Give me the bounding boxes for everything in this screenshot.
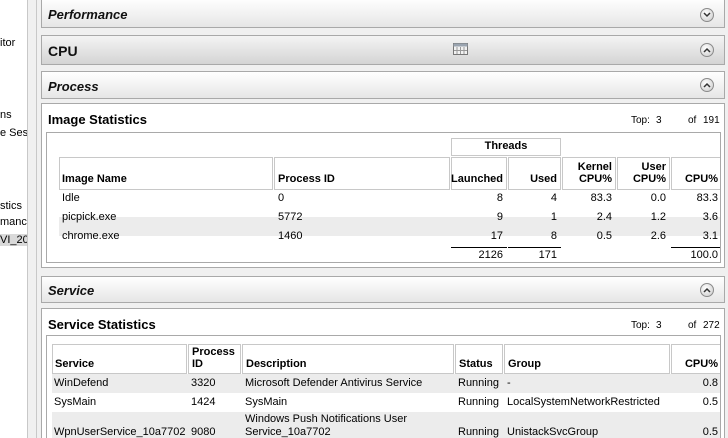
cell-status: Running xyxy=(458,396,499,408)
column-header-status[interactable]: Status xyxy=(455,344,503,374)
tree-item[interactable]: itor xyxy=(0,37,15,49)
calendar-table-icon[interactable] xyxy=(453,43,468,55)
service-section-header[interactable]: Service xyxy=(41,276,725,303)
cell-status: Running xyxy=(458,377,499,389)
cell-service: WpnUserService_10a7702 xyxy=(54,426,186,438)
threads-group-header: Threads xyxy=(451,138,561,156)
tree-item[interactable]: ns xyxy=(0,109,12,121)
column-header-used[interactable]: Used xyxy=(508,157,561,190)
image-statistics-table[interactable]: Threads Image Name Process ID Launched U… xyxy=(46,132,721,263)
cell-process-id: 9080 xyxy=(191,426,216,438)
cpu-section-header[interactable]: CPU xyxy=(41,35,725,65)
collapse-chevron-up-icon[interactable] xyxy=(700,78,714,92)
total-cpu: 100.0 xyxy=(690,249,718,261)
navigation-tree[interactable]: itor ns e Sess stics manc VI_202 xyxy=(0,0,27,438)
cell-group: UnistackSvcGroup xyxy=(507,426,599,438)
column-header-kernel-cpu[interactable]: Kernel CPU% xyxy=(562,157,616,190)
of-label: of xyxy=(688,115,697,126)
service-statistics-table[interactable]: Service Process ID Description Status Gr… xyxy=(46,335,721,438)
tree-item[interactable]: manc xyxy=(0,216,27,228)
pane-splitter[interactable] xyxy=(27,0,37,438)
total-used: 171 xyxy=(538,249,557,261)
cell-description: Microsoft Defender Antivirus Service xyxy=(245,377,423,389)
cell-user-cpu: 0.0 xyxy=(650,192,666,204)
top-count-value[interactable]: 3 xyxy=(656,115,662,126)
cell-cpu: 3.1 xyxy=(702,230,718,242)
total-count-value: 191 xyxy=(703,115,720,126)
image-statistics-panel: Image Statistics Top: 3 of 191 Threads I… xyxy=(41,103,725,268)
service-statistics-title: Service Statistics xyxy=(48,317,156,332)
column-header-process-id[interactable]: Process ID xyxy=(274,157,450,190)
column-header-cpu[interactable]: CPU% xyxy=(671,344,720,374)
tree-item[interactable]: e Sess xyxy=(0,127,27,139)
cell-description: SysMain xyxy=(245,396,288,408)
column-header-launched[interactable]: Launched xyxy=(451,157,507,190)
cell-group: LocalSystemNetworkRestricted xyxy=(507,396,660,408)
cell-launched: 9 xyxy=(496,211,503,223)
cell-cpu: 83.3 xyxy=(696,192,718,204)
cell-user-cpu: 1.2 xyxy=(650,211,666,223)
process-section-header[interactable]: Process xyxy=(41,71,725,99)
total-launched: 2126 xyxy=(478,249,503,261)
cell-service: WinDefend xyxy=(54,377,109,389)
cell-image-name: chrome.exe xyxy=(62,230,120,242)
service-statistics-panel: Service Statistics Top: 3 of 272 Service… xyxy=(41,308,725,438)
top-count-value[interactable]: 3 xyxy=(656,320,662,331)
of-label: of xyxy=(688,320,697,331)
cell-process-id: 0 xyxy=(278,192,285,204)
column-header-cpu[interactable]: CPU% xyxy=(671,157,720,190)
top-label: Top: xyxy=(631,320,650,331)
cell-kernel-cpu: 2.4 xyxy=(596,211,612,223)
cell-cpu: 0.8 xyxy=(702,377,718,389)
cell-group: - xyxy=(507,377,511,389)
cell-process-id: 1460 xyxy=(278,230,303,242)
top-label: Top: xyxy=(631,115,650,126)
cell-service: SysMain xyxy=(54,396,97,408)
cell-used: 4 xyxy=(550,192,557,204)
collapse-chevron-up-icon[interactable] xyxy=(700,43,714,57)
column-header-description[interactable]: Description xyxy=(242,344,454,374)
cell-image-name: Idle xyxy=(62,192,80,204)
cell-process-id: 3320 xyxy=(191,377,216,389)
service-section-title: Service xyxy=(48,283,95,298)
cell-image-name: picpick.exe xyxy=(62,211,117,223)
cell-status: Running xyxy=(458,426,499,438)
column-header-group[interactable]: Group xyxy=(504,344,670,374)
cpu-section-title: CPU xyxy=(48,43,78,59)
cell-used: 8 xyxy=(550,230,557,242)
column-header-service[interactable]: Service xyxy=(52,344,187,374)
tree-item[interactable]: stics xyxy=(0,200,22,212)
cell-cpu: 0.5 xyxy=(702,396,718,408)
column-header-user-cpu[interactable]: User CPU% xyxy=(617,157,670,190)
cell-description: Windows Push Notifications User Service_… xyxy=(245,413,408,438)
cell-kernel-cpu: 0.5 xyxy=(596,230,612,242)
collapse-chevron-up-icon[interactable] xyxy=(700,283,714,297)
process-section-title: Process xyxy=(48,79,99,94)
cell-process-id: 5772 xyxy=(278,211,303,223)
total-count-value: 272 xyxy=(703,320,720,331)
cell-cpu: 0.5 xyxy=(702,426,718,438)
cell-cpu: 3.6 xyxy=(702,211,718,223)
report-content: Performance CPU Process Image Statistics… xyxy=(37,0,728,438)
performance-section-header[interactable]: Performance xyxy=(41,0,725,28)
column-header-process-id[interactable]: Process ID xyxy=(188,344,241,374)
tree-item-selected[interactable]: VI_202 xyxy=(0,234,27,246)
cell-user-cpu: 2.6 xyxy=(650,230,666,242)
cell-process-id: 1424 xyxy=(191,396,216,408)
expand-chevron-down-icon[interactable] xyxy=(700,8,714,22)
cell-launched: 17 xyxy=(490,230,503,242)
cell-used: 1 xyxy=(550,211,557,223)
performance-section-title: Performance xyxy=(48,7,128,22)
column-header-image-name[interactable]: Image Name xyxy=(59,157,273,190)
cell-kernel-cpu: 83.3 xyxy=(590,192,612,204)
image-statistics-title: Image Statistics xyxy=(48,112,147,127)
cell-launched: 8 xyxy=(496,192,503,204)
